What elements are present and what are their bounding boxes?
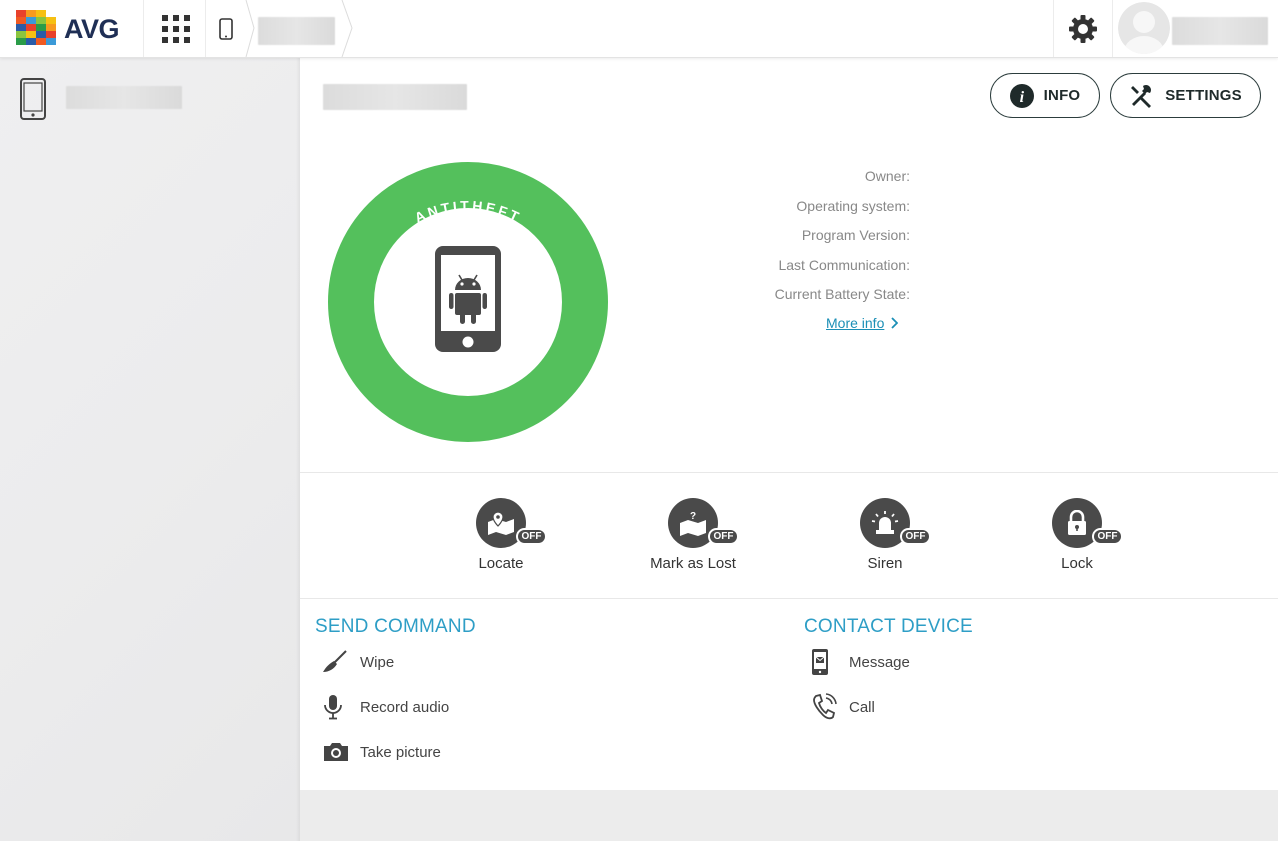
avg-logo-text: AVG [64, 13, 120, 44]
camera-icon [324, 743, 348, 761]
feature-mark-as-lost-state: OFF [708, 528, 739, 545]
lock-icon [1068, 510, 1086, 535]
contact-device-title: CONTACT DEVICE [804, 616, 973, 637]
sidebar-device-item[interactable] [0, 58, 300, 138]
divider [143, 0, 144, 57]
user-name[interactable] [1172, 17, 1268, 45]
breadcrumb-chevron-icon [341, 0, 353, 57]
more-info-link[interactable]: More info [826, 315, 899, 331]
record-audio-command-label: Record audio [360, 698, 450, 716]
breadcrumb-device-name[interactable] [258, 17, 335, 45]
message-command[interactable]: Message [807, 647, 910, 677]
lost-map-icon: ? [680, 511, 706, 536]
apps-button[interactable] [148, 0, 204, 57]
operating-system-label: Operating system: [796, 197, 910, 214]
footer-area [300, 790, 1278, 841]
settings-button[interactable]: SETTINGS [1110, 73, 1261, 118]
info-button[interactable]: i INFO [990, 73, 1100, 118]
feature-lock-button[interactable]: OFF [1052, 498, 1123, 548]
device-breadcrumb-button[interactable] [206, 0, 246, 57]
gear-icon [1069, 14, 1097, 43]
svg-text:i: i [1019, 89, 1024, 106]
info-button-label: INFO [1043, 87, 1081, 104]
call-command[interactable]: Call [807, 692, 875, 722]
take-picture-command[interactable]: Take picture [318, 737, 441, 767]
avg-logo-icon [16, 10, 56, 45]
call-command-label: Call [849, 698, 875, 716]
feature-mark-as-lost-button[interactable]: ? OFF [668, 498, 739, 548]
avatar-placeholder-icon [1118, 2, 1170, 54]
last-communication-label: Last Communication: [778, 256, 910, 273]
feature-siren-button[interactable]: OFF [860, 498, 931, 548]
feature-locate-state: OFF [516, 528, 547, 545]
send-command-title: SEND COMMAND [315, 616, 476, 637]
sidebar [0, 58, 300, 841]
feature-locate[interactable]: OFF Locate [441, 498, 561, 572]
antitheft-status-ring: ANTITHEFT [328, 162, 608, 442]
breadcrumb-chevron-icon [245, 0, 255, 57]
avg-logo[interactable]: AVG [14, 7, 128, 51]
feature-lock-label: Lock [1061, 555, 1093, 572]
take-picture-command-label: Take picture [360, 743, 441, 761]
wipe-command[interactable]: Wipe [318, 647, 394, 677]
feature-lock-state: OFF [1092, 528, 1123, 545]
antitheft-ring-graphic: ANTITHEFT [328, 162, 608, 442]
settings-gear-button[interactable] [1054, 0, 1112, 57]
android-phone-icon [435, 246, 501, 352]
feature-lock[interactable]: OFF Lock [1017, 498, 1137, 572]
svg-text:?: ? [690, 511, 696, 522]
settings-button-label: SETTINGS [1165, 87, 1242, 104]
top-bar: AVG [0, 0, 1278, 58]
more-info-label: More info [826, 315, 885, 331]
feature-siren-label: Siren [867, 555, 903, 572]
tools-icon [1131, 84, 1152, 108]
user-avatar[interactable] [1118, 2, 1170, 54]
battery-state-label: Current Battery State: [774, 286, 910, 302]
microphone-icon [324, 695, 342, 720]
device-title [323, 84, 467, 110]
broom-icon [323, 650, 347, 672]
feature-locate-label: Locate [478, 555, 524, 572]
message-command-label: Message [849, 653, 910, 671]
info-icon: i [1009, 83, 1034, 108]
section-divider [300, 472, 1278, 473]
section-divider [300, 598, 1278, 599]
wipe-command-label: Wipe [360, 653, 395, 671]
device-details: Owner: Operating system: Program Version… [700, 166, 910, 314]
chevron-right-icon [891, 317, 899, 329]
feature-locate-button[interactable]: OFF [476, 498, 547, 548]
feature-siren-state: OFF [900, 528, 931, 545]
feature-mark-as-lost[interactable]: ? OFF Mark as Lost [633, 498, 753, 572]
record-audio-command[interactable]: Record audio [318, 692, 449, 722]
program-version-label: Program Version: [801, 227, 910, 243]
main-panel: i INFO SETTINGS ANTITHEFT Owner: Operati… [300, 58, 1278, 790]
message-phone-icon [812, 649, 828, 675]
locate-map-icon [488, 511, 514, 535]
divider [1112, 0, 1113, 57]
siren-icon [871, 511, 899, 534]
sidebar-device-name [66, 86, 182, 109]
smartphone-icon [219, 17, 233, 40]
phone-call-icon [813, 693, 837, 720]
smartphone-icon [20, 78, 46, 120]
feature-mark-as-lost-label: Mark as Lost [650, 555, 736, 572]
apps-grid-icon [162, 14, 190, 43]
owner-label: Owner: [864, 168, 910, 184]
feature-siren[interactable]: OFF Siren [825, 498, 945, 572]
